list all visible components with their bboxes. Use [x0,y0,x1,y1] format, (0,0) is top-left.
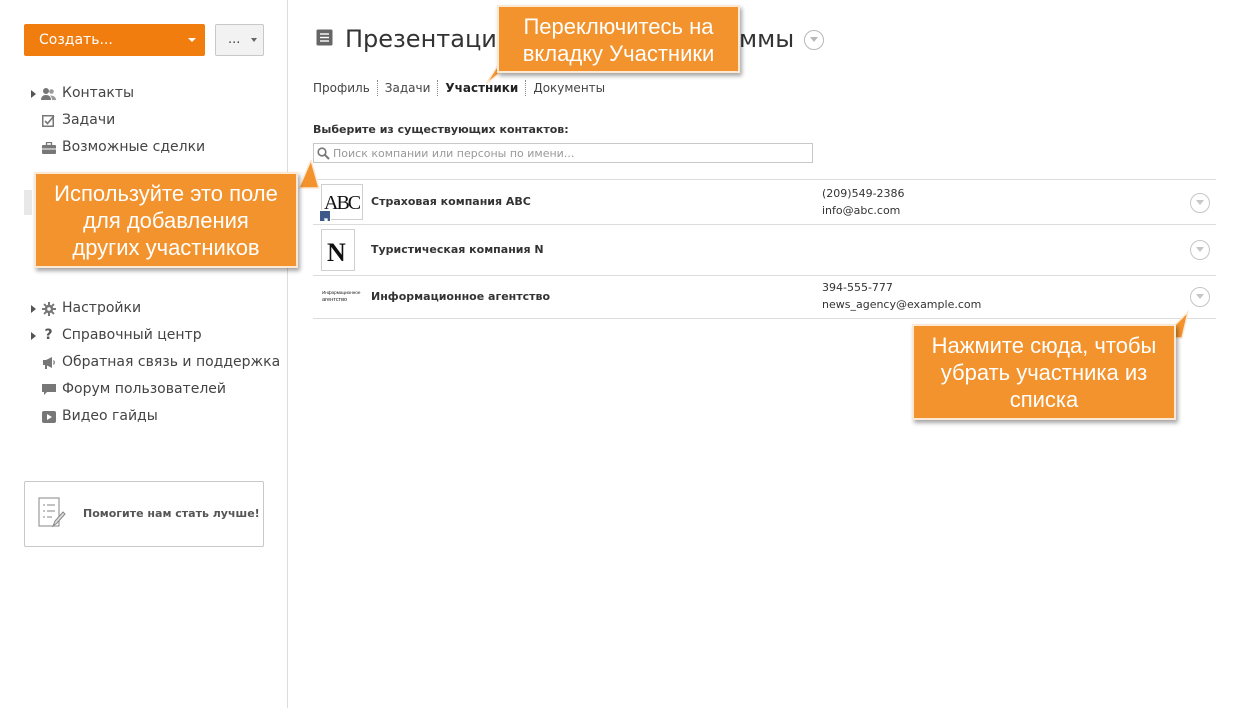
sidebar-item-tasks[interactable]: Задачи [28,107,278,134]
question-icon: ? [44,327,53,343]
create-button[interactable]: Создать... [24,24,205,56]
gear-icon [41,301,56,316]
sidebar-item-label: Обратная связь и поддержка [62,354,281,370]
callout-line: списка [1009,387,1079,412]
tab-profile[interactable]: Профиль [313,79,377,97]
participant-name[interactable]: Страховая компания ABC [371,195,531,208]
expand-arrow-icon[interactable] [31,305,36,313]
sidebar-item-label: Контакты [62,85,135,101]
select-contacts-label: Выберите из существующих контактов: [313,123,569,136]
remove-participant-menu-icon[interactable] [1190,240,1210,260]
svg-text:N: N [327,238,346,267]
expand-arrow-icon[interactable] [31,332,36,340]
deals-briefcase-icon [41,140,56,155]
feedback-form-icon [38,497,66,528]
search-icon [317,147,330,160]
participant-row: ABC Страховая компания ABC (209)549-2386… [313,180,1216,225]
presentation-document-icon [316,29,333,46]
create-button-label: Создать... [39,32,113,48]
tasks-checkbox-icon [41,113,56,128]
tab-documents[interactable]: Документы [526,79,612,97]
chevron-down-icon [251,38,257,42]
more-button[interactable]: ... [215,24,264,56]
callout-line: Используйте это поле [54,181,278,206]
more-button-label: ... [228,32,241,47]
participant-email[interactable]: info@abc.com [822,204,900,217]
remove-participant-menu-icon[interactable] [1190,287,1210,307]
tab-tasks[interactable]: Задачи [378,79,438,97]
participant-phone: 394-555-777 [822,281,893,294]
page-title-text: Презентация [345,25,512,53]
selected-nav-marker [24,190,32,215]
sidebar-item-feedback-support[interactable]: Обратная связь и поддержка [28,349,281,376]
svg-text:Информационное: Информационное [322,290,361,295]
callout-line: вкладку Участники [522,41,715,66]
page-title: Презентация [345,25,511,53]
company-logo: Информационное агентство [321,287,363,307]
callout-line: для добавления [83,208,249,233]
tabs: Профиль Задачи Участники Документы [313,79,612,97]
sidebar-nav-top: Контакты Задачи Возможные сделки [28,80,278,161]
chevron-down-icon [188,38,196,42]
company-logo: N [321,229,355,271]
contact-search-input[interactable] [333,144,808,162]
callout-tab-hint: Переключитесь на вкладку Участники [497,5,740,73]
video-play-icon [41,409,56,424]
sidebar-item-label: Настройки [62,300,142,316]
sidebar-item-label: Задачи [62,112,116,128]
sidebar: Создать... ... Контакты Задачи Возможные… [0,0,288,708]
sidebar-item-contacts[interactable]: Контакты [28,80,278,107]
news-agency-logo-image: Информационное агентство [322,290,361,303]
contact-search-field[interactable] [313,143,813,163]
remove-participant-menu-icon[interactable] [1190,193,1210,213]
feedback-label: Помогите нам стать лучше! [83,507,260,520]
callout-line: Нажмите сюда, чтобы [931,333,1157,358]
callout-line: убрать участника из [940,360,1148,385]
svg-text:агентство: агентство [322,297,347,303]
participant-phone: (209)549-2386 [822,187,905,200]
sidebar-item-deals[interactable]: Возможные сделки [28,134,278,161]
megaphone-icon [41,355,56,370]
expand-arrow-icon[interactable] [31,90,36,98]
participant-row: Информационное агентство Информационное … [313,276,1216,319]
page-title-suffix-text: ммы [739,25,795,53]
participant-name[interactable]: Информационное агентство [371,290,550,303]
callout-line: других участников [72,235,260,260]
n-logo-image: N [327,238,346,267]
callout-remove-hint: Нажмите сюда, чтобы убрать участника из … [912,324,1176,420]
sidebar-item-label: Форум пользователей [62,381,226,397]
sidebar-item-label: Справочный центр [62,327,202,343]
chat-bubble-icon [41,382,56,397]
participants-list: ABC Страховая компания ABC (209)549-2386… [313,179,1216,319]
sidebar-item-video-guides[interactable]: Видео гайды [28,403,278,430]
sidebar-item-settings[interactable]: Настройки [28,295,278,322]
participant-row: N Туристическая компания N [313,225,1216,276]
callout-field-hint: Используйте это поле для добавления друг… [34,172,298,268]
sidebar-item-help-center[interactable]: ? Справочный центр [28,322,278,349]
contacts-icon [41,86,56,101]
sidebar-nav-bottom: Настройки ? Справочный центр Обратная св… [28,295,281,430]
callout-line: Переключитесь на [523,14,714,39]
page-title-suffix: ммы [739,25,794,53]
sidebar-item-label: Возможные сделки [62,139,206,155]
title-menu-chevron-icon[interactable] [804,30,824,50]
feedback-box[interactable]: Помогите нам стать лучше! [24,481,264,547]
sidebar-item-label: Видео гайды [62,408,158,424]
participant-name[interactable]: Туристическая компания N [371,243,544,256]
linked-contact-badge-icon [319,210,331,225]
sidebar-item-user-forum[interactable]: Форум пользователей [28,376,278,403]
participant-email[interactable]: news_agency@example.com [822,298,981,311]
